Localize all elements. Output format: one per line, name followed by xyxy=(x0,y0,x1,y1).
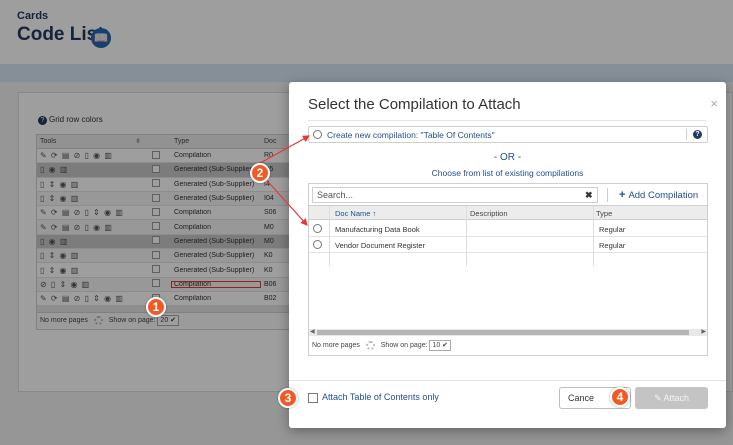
list-item[interactable]: Manufacturing Data Book Regular xyxy=(309,221,707,237)
callout-4: 4 xyxy=(610,387,630,407)
doc-name-cell: Vendor Document Register xyxy=(335,241,426,250)
compilation-radio[interactable] xyxy=(313,224,322,233)
type-cell: Regular xyxy=(599,241,626,250)
or-separator: - OR - xyxy=(493,152,522,163)
divider xyxy=(686,129,687,140)
dialog-title: Select the Compilation to Attach xyxy=(308,96,521,113)
doc-name-cell: Manufacturing Data Book xyxy=(335,225,420,234)
scroll-right-icon[interactable]: ▶ xyxy=(701,328,706,335)
list-footer: No more pages Show on page: 10 ✔ xyxy=(309,337,707,355)
column-header-doc-name[interactable]: Doc Name ↑ xyxy=(335,209,376,218)
close-icon[interactable]: × xyxy=(710,96,718,111)
attach-toc-only-checkbox[interactable] xyxy=(308,392,318,403)
show-on-page-label: Show on page: xyxy=(380,342,428,349)
list-header: Doc Name ↑ Description Type xyxy=(309,206,707,220)
attach-toc-only-option[interactable]: Attach Table of Contents only xyxy=(308,392,439,403)
create-new-radio[interactable] xyxy=(313,130,322,139)
page-size-select[interactable]: 10 ✔ xyxy=(429,340,452,351)
scrollbar-thumb[interactable] xyxy=(317,330,689,335)
list-item[interactable]: Vendor Document Register Regular xyxy=(309,237,707,253)
create-new-label[interactable]: Create new compilation: "Table Of Conten… xyxy=(327,130,495,140)
attach-button[interactable]: ✎ Attach xyxy=(635,387,708,409)
divider xyxy=(607,188,608,202)
divider xyxy=(308,120,706,121)
divider xyxy=(289,380,726,381)
search-input[interactable] xyxy=(312,187,598,203)
refresh-icon[interactable] xyxy=(365,340,375,350)
callout-1: 1 xyxy=(146,297,166,317)
callout-2: 2 xyxy=(250,163,270,183)
attach-compilation-dialog: Select the Compilation to Attach × Creat… xyxy=(289,82,726,428)
add-compilation-button[interactable]: + Add Compilation xyxy=(619,189,698,201)
create-new-option[interactable]: Create new compilation: "Table Of Conten… xyxy=(308,126,708,143)
search-toolbar: ✖ +Add Compilation xyxy=(309,184,707,206)
plus-icon: + xyxy=(619,189,626,201)
compilation-radio[interactable] xyxy=(313,240,322,249)
scroll-left-icon[interactable]: ◀ xyxy=(310,328,315,335)
callout-3: 3 xyxy=(278,388,298,408)
column-header-description[interactable]: Description xyxy=(470,209,508,218)
add-compilation-label: Add Compilation xyxy=(628,190,699,201)
attach-toc-only-label[interactable]: Attach Table of Contents only xyxy=(322,392,439,402)
help-icon[interactable]: ? xyxy=(693,130,702,139)
type-cell: Regular xyxy=(599,225,626,234)
choose-existing-label: Choose from list of existing compilation… xyxy=(431,168,584,178)
no-more-pages-text: No more pages xyxy=(312,342,360,349)
compilation-list: ✖ +Add Compilation Doc Name ↑ Descriptio… xyxy=(308,183,708,356)
column-header-type[interactable]: Type xyxy=(596,209,612,218)
clear-search-icon[interactable]: ✖ xyxy=(585,190,593,201)
list-horizontal-scrollbar[interactable]: ◀ ▶ xyxy=(309,329,707,336)
